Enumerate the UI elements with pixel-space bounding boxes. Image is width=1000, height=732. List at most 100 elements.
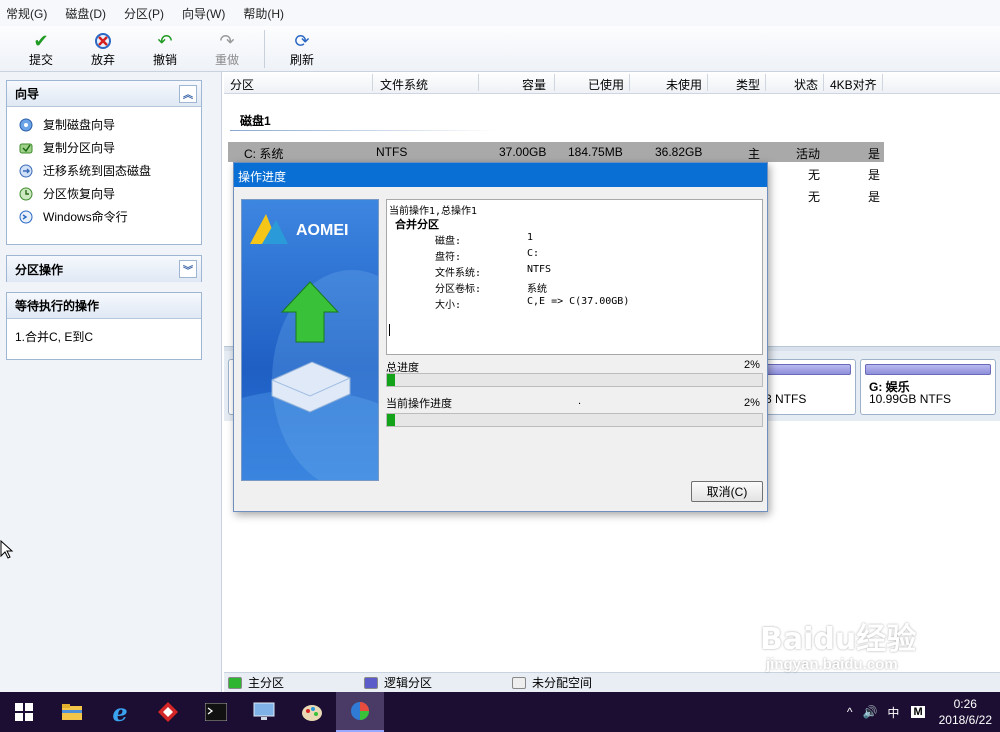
menu-disk[interactable]: 磁盘(D) [65, 5, 106, 22]
pending-ops-header: 等待执行的操作 [7, 293, 201, 319]
col-type[interactable]: 类型 [736, 76, 760, 93]
legend-unallocated: 未分配空间 [512, 674, 592, 691]
ime-indicator[interactable]: 中 [887, 704, 899, 721]
taskbar-paint-app[interactable] [288, 692, 336, 732]
commit-button[interactable]: ✔ 提交 [10, 26, 72, 72]
refresh-button[interactable]: ⟳ 刷新 [271, 26, 333, 72]
taskbar-partition-assistant[interactable] [336, 692, 384, 732]
aomei-logo-text: AOMEI [296, 222, 349, 239]
pending-item[interactable]: 1.合并C, E到C [7, 319, 201, 345]
col-capacity[interactable]: 容量 [522, 76, 546, 93]
refresh-label: 刷新 [289, 52, 314, 67]
col-4k-align[interactable]: 4KB对齐 [830, 76, 877, 93]
undo-button[interactable]: ↶ 撤销 [134, 26, 196, 72]
left-panel: 向导 ︽ 复制磁盘向导 复制分区向导 迁移系统到固态磁盘 分区恢复向导 Wind… [0, 72, 222, 692]
pending-ops-title: 等待执行的操作 [15, 299, 100, 313]
partition-usage-bar [759, 364, 851, 375]
legend: 主分区 逻辑分区 未分配空间 [224, 672, 1000, 692]
menu-bar: 常规(G) 磁盘(D) 分区(P) 向导(W) 帮助(H) [0, 0, 1000, 26]
partition-ops-title: 分区操作 [15, 262, 64, 277]
taskbar-internet-explorer[interactable]: e [96, 692, 144, 732]
disk-title[interactable]: 磁盘1 [240, 112, 271, 129]
ime-mode-icon[interactable]: M [911, 706, 925, 718]
current-progress-label: 当前操作进度 [386, 398, 452, 410]
partition-card-g[interactable]: G: 娱乐 10.99GB NTFS [860, 359, 996, 415]
cell-status: 无 [808, 190, 821, 204]
current-progress-dot: . [578, 395, 582, 407]
log-field-label: 大小: [435, 300, 462, 311]
col-free[interactable]: 未使用 [666, 76, 702, 93]
redo-button[interactable]: ↷ 重做 [196, 26, 258, 72]
redo-label: 重做 [214, 52, 239, 67]
col-partition[interactable]: 分区 [230, 76, 254, 93]
undo-icon: ↶ [157, 30, 173, 51]
discard-button[interactable]: 放弃 [72, 26, 134, 72]
col-used[interactable]: 已使用 [588, 76, 624, 93]
palette-icon [302, 705, 322, 721]
clock-time: 0:26 [953, 697, 977, 711]
windows-logo-icon [15, 703, 33, 721]
log-current-op: 当前操作1,总操作1 [389, 206, 478, 217]
wizard-copy-disk[interactable]: 复制磁盘向导 [7, 113, 201, 136]
discard-label: 放弃 [90, 52, 115, 67]
toolbar-separator [264, 30, 265, 68]
discard-icon [92, 31, 114, 51]
text-caret [389, 324, 390, 336]
log-field-label: 盘符: [435, 252, 462, 263]
taskbar-remote-desktop[interactable] [240, 692, 288, 732]
toolbar: ✔ 提交 放弃 ↶ 撤销 ↷ 重做 ⟳ 刷新 [0, 26, 1000, 72]
table-row[interactable]: C: 系统 NTFS 37.00GB 184.75MB 36.82GB 主 活动… [228, 142, 884, 162]
partition-card-partial[interactable]: 3 NTFS [754, 359, 856, 415]
watermark-line1: Baidu经验 [760, 622, 917, 657]
log-field-value: C,E => C(37.00GB) [527, 296, 630, 307]
partition-ops-card: 分区操作 ︾ [6, 255, 202, 282]
wizard-command-line[interactable]: Windows命令行 [7, 205, 201, 228]
cell-used: 184.75MB [568, 145, 623, 159]
legend-logical: 逻辑分区 [364, 674, 432, 691]
wizard-card: 向导 ︽ 复制磁盘向导 复制分区向导 迁移系统到固态磁盘 分区恢复向导 Wind… [6, 80, 202, 245]
tray-overflow-icon[interactable]: ^ [847, 705, 853, 719]
log-field-label: 分区卷标: [435, 284, 482, 295]
taskbar-command-prompt[interactable] [192, 692, 240, 732]
current-progress-fill [387, 414, 395, 426]
recovery-icon [17, 186, 35, 202]
current-progress-percent: 2% [744, 397, 760, 409]
wizard-partition-recovery[interactable]: 分区恢复向导 [7, 182, 201, 205]
wizard-title: 向导 [15, 87, 40, 101]
commit-icon: ✔ [33, 30, 49, 51]
progress-dialog: 操作进度 AOMEI 当前操作1,总操作1 合并分区 磁盘: 1 盘符: C: … [233, 162, 768, 512]
legend-unallocated-label: 未分配空间 [532, 676, 593, 690]
mouse-cursor-icon [0, 540, 14, 559]
volume-icon[interactable]: 🔊 [862, 705, 877, 719]
cancel-button[interactable]: 取消(C) [691, 481, 763, 502]
expand-down-icon[interactable]: ︾ [179, 260, 197, 278]
wizard-copy-partition[interactable]: 复制分区向导 [7, 136, 201, 159]
logical-swatch [364, 676, 379, 689]
taskbar-app-red[interactable] [144, 692, 192, 732]
wizard-item-label: Windows命令行 [43, 210, 128, 224]
taskbar-file-explorer[interactable] [48, 692, 96, 732]
partition-ops-header[interactable]: 分区操作 ︾ [7, 256, 201, 282]
table-header: 分区 文件系统 容量 已使用 未使用 类型 状态 4KB对齐 [224, 72, 1000, 94]
menu-general[interactable]: 常规(G) [6, 5, 47, 22]
menu-partition[interactable]: 分区(P) [124, 5, 164, 22]
clock[interactable]: 0:26 2018/6/22 [939, 696, 992, 728]
col-filesystem[interactable]: 文件系统 [380, 76, 428, 93]
partition-card-size: 3 NTFS [765, 392, 807, 406]
dialog-title[interactable]: 操作进度 [234, 163, 767, 187]
legend-primary-label: 主分区 [248, 676, 285, 690]
collapse-up-icon[interactable]: ︽ [179, 84, 197, 103]
menu-wizard[interactable]: 向导(W) [182, 5, 225, 22]
copy-partition-icon [17, 140, 35, 156]
current-progress-bar [386, 413, 763, 427]
menu-help[interactable]: 帮助(H) [243, 5, 284, 22]
wizard-item-label: 迁移系统到固态磁盘 [43, 164, 152, 178]
col-status[interactable]: 状态 [794, 76, 818, 93]
cell-4k-align: 是 [868, 147, 881, 161]
watermark-line2: jingyan.baidu.com [766, 656, 898, 673]
wizard-migrate-ssd[interactable]: 迁移系统到固态磁盘 [7, 159, 201, 182]
start-button[interactable] [0, 692, 48, 732]
log-field-value: C: [527, 248, 540, 259]
legend-primary: 主分区 [228, 674, 284, 691]
aomei-logo-graphic [242, 214, 378, 480]
